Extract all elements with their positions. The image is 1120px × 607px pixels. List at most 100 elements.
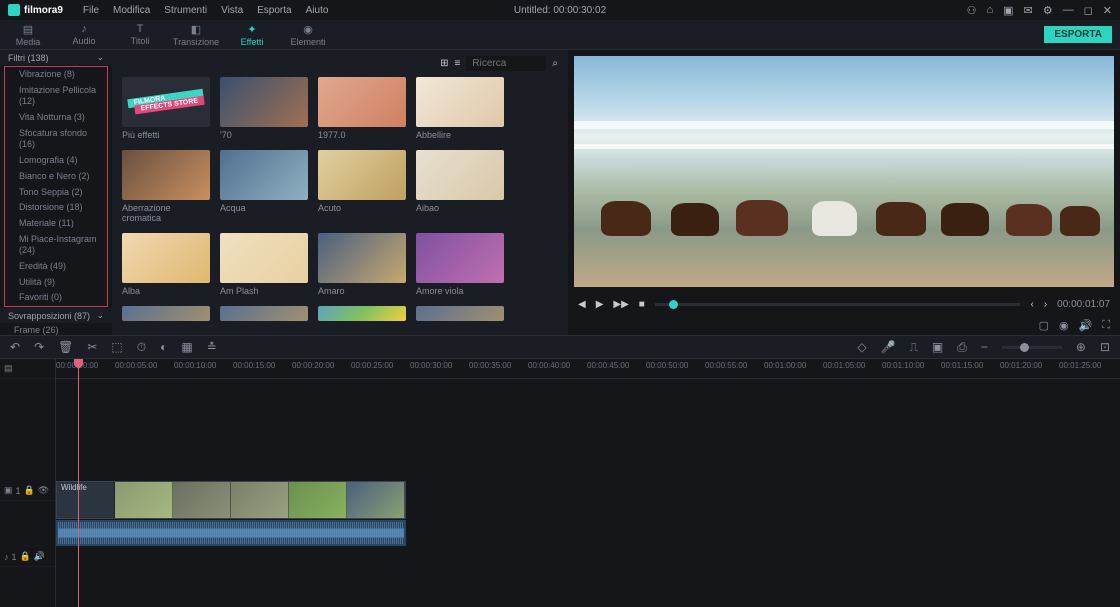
menu-file[interactable]: File [83, 5, 99, 16]
marker-icon[interactable]: ◇ [857, 340, 866, 354]
filter-item[interactable]: Distorsione (18) [5, 200, 107, 216]
lock-icon[interactable]: 🔒 [20, 551, 31, 562]
effect-item[interactable]: Am Plash [220, 233, 308, 296]
filter-item[interactable]: Favoriti (0) [5, 290, 107, 306]
undo-icon[interactable]: ↶ [10, 340, 20, 354]
display-icon[interactable]: ▢ [1039, 319, 1049, 332]
zoom-in-icon[interactable]: ⊕ [1076, 340, 1086, 354]
video-track-header[interactable]: ▣ 1 🔒 👁 [0, 481, 55, 501]
visibility-icon[interactable]: 👁 [38, 485, 49, 496]
ruler-mark: 00:01:00:00 [764, 361, 806, 370]
effect-item[interactable]: FILMORAEFFECTS STOREPiù effetti [122, 77, 210, 140]
maximize-icon[interactable]: ◻ [1084, 4, 1093, 17]
fullscreen-icon[interactable]: ⛶ [1102, 319, 1110, 332]
speed-icon[interactable]: ⏱ [137, 340, 146, 355]
mic-icon[interactable]: 🎤 [881, 340, 896, 354]
audio-clip[interactable] [56, 520, 406, 546]
tab-audio[interactable]: ♪Audio [56, 20, 112, 50]
playback-progress[interactable] [655, 303, 1021, 306]
effect-item[interactable]: Abbellire [416, 77, 504, 140]
ruler-mark: 00:00:55:00 [705, 361, 747, 370]
playhead[interactable] [78, 359, 79, 607]
filter-item[interactable]: Materiale (11) [5, 216, 107, 232]
tab-elementi[interactable]: ◉Elementi [280, 20, 336, 50]
adjust-icon[interactable]: ≛ [207, 340, 217, 354]
split-icon[interactable]: ✂ [87, 340, 97, 354]
mute-icon[interactable]: 🔊 [34, 551, 45, 562]
list-view-icon[interactable]: ≡ [455, 58, 461, 69]
prev-frame-button[interactable]: ◀ [578, 299, 586, 310]
effect-item[interactable]: Acqua [220, 150, 308, 223]
grid-view-icon[interactable]: ⊞ [440, 58, 448, 69]
effect-item[interactable]: Amaro [318, 233, 406, 296]
frame-back-icon[interactable]: ‹ [1030, 299, 1033, 310]
tab-media[interactable]: ▤Media [0, 20, 56, 50]
delete-icon[interactable]: 🗑 [58, 340, 73, 354]
effect-item[interactable]: Alba [122, 233, 210, 296]
play-button[interactable]: ▶ [596, 299, 604, 310]
filter-item[interactable]: Mi Piace-Instagram (24) [5, 232, 107, 259]
menu-aiuto[interactable]: Aiuto [306, 5, 329, 16]
redo-icon[interactable]: ↷ [34, 340, 44, 354]
greenscreen-icon[interactable]: ▦ [181, 340, 192, 354]
export-icon[interactable]: ⎙ [957, 340, 967, 355]
effect-item[interactable]: '70 [220, 77, 308, 140]
filter-item[interactable]: Frame (26) [0, 323, 112, 335]
filter-group-sovrapposizioni[interactable]: Sovrapposizioni (87) ⌄ [0, 308, 112, 323]
settings-icon[interactable]: ⚙ [1043, 4, 1053, 17]
timeline-manager-icon[interactable]: ▤ [0, 359, 55, 379]
menu-esporta[interactable]: Esporta [257, 5, 291, 16]
volume-icon[interactable]: 🔊 [1079, 319, 1093, 332]
tab-effetti[interactable]: ✦Effetti [224, 20, 280, 50]
mixer-icon[interactable]: ⎍ [910, 340, 918, 355]
close-icon[interactable]: ✕ [1103, 4, 1112, 17]
filter-item[interactable]: Lomografia (4) [5, 153, 107, 169]
filter-item[interactable]: Tono Seppia (2) [5, 185, 107, 201]
frame-forward-icon[interactable]: › [1044, 299, 1047, 310]
effect-item[interactable]: 1977.0 [318, 77, 406, 140]
zoom-slider[interactable] [1002, 346, 1062, 349]
search-icon[interactable]: ⌕ [552, 58, 558, 69]
timeline-main[interactable]: 00:00:00:0000:00:05:0000:00:10:0000:00:1… [56, 359, 1120, 607]
filter-group-filtri[interactable]: Filtri (138) ⌄ [0, 50, 112, 65]
effect-item[interactable]: Amore viola [416, 233, 504, 296]
video-clip[interactable]: Wildlife [56, 481, 406, 519]
menu-vista[interactable]: Vista [221, 5, 243, 16]
effect-item[interactable]: Aibao [416, 150, 504, 223]
minimize-icon[interactable]: — [1063, 4, 1074, 17]
tab-transizione[interactable]: ◧Transizione [168, 20, 224, 50]
export-button[interactable]: ESPORTA [1044, 26, 1112, 43]
music-track[interactable] [56, 560, 1120, 580]
stop-button[interactable]: ■ [639, 299, 645, 310]
timeline-ruler[interactable]: 00:00:00:0000:00:05:0000:00:10:0000:00:1… [56, 359, 1120, 379]
effect-item[interactable]: Acuto [318, 150, 406, 223]
crop-icon[interactable]: ⬚ [111, 340, 122, 354]
tab-titoli[interactable]: TTitoli [112, 20, 168, 50]
ruler-mark: 00:00:25:00 [351, 361, 393, 370]
zoom-out-icon[interactable]: − [981, 340, 988, 354]
color-icon[interactable]: ◐ [160, 340, 167, 354]
cart-icon[interactable]: ⌂ [986, 4, 993, 17]
filter-item[interactable]: Bianco e Nero (2) [5, 169, 107, 185]
filter-item[interactable]: Utilità (9) [5, 275, 107, 291]
menu-strumenti[interactable]: Strumenti [164, 5, 207, 16]
lock-icon[interactable]: 🔒 [24, 485, 35, 496]
video-track[interactable]: Wildlife [56, 481, 1120, 519]
message-icon[interactable]: ✉ [1024, 4, 1033, 17]
menu-modifica[interactable]: Modifica [113, 5, 150, 16]
account-icon[interactable]: ⚇ [967, 4, 977, 17]
filter-item[interactable]: Eredità (49) [5, 259, 107, 275]
snapshot-icon[interactable]: ◉ [1059, 319, 1069, 332]
search-input[interactable] [466, 56, 546, 71]
next-frame-button[interactable]: ▶▶ [613, 299, 628, 310]
audio-track-header[interactable]: ♪ 1 🔒 🔊 [0, 547, 55, 567]
notify-icon[interactable]: ▣ [1003, 4, 1013, 17]
effect-item[interactable]: Aberrazione cromatica [122, 150, 210, 223]
render-icon[interactable]: ▣ [932, 340, 943, 354]
preview-video[interactable] [574, 56, 1114, 287]
filter-item[interactable]: Vibrazione (8) [5, 67, 107, 83]
filter-item[interactable]: Sfocatura sfondo (16) [5, 126, 107, 153]
filter-item[interactable]: Vita Notturna (3) [5, 110, 107, 126]
zoom-fit-icon[interactable]: ⊡ [1100, 340, 1110, 354]
filter-item[interactable]: Imitazione Pellicola (12) [5, 83, 107, 110]
